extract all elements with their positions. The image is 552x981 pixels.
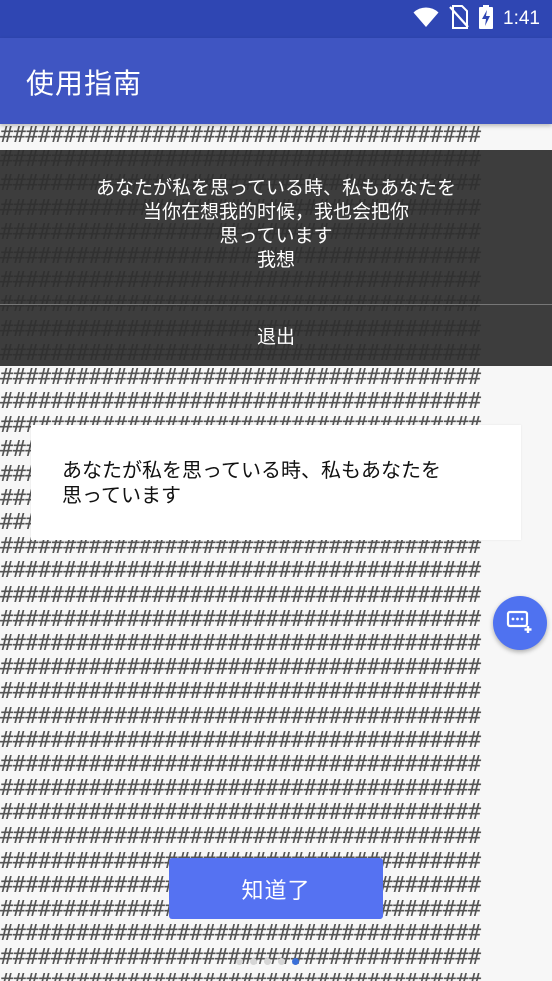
dialog-message-line: 当你在想我的时候，我也会把你 — [142, 201, 409, 223]
battery-charging-icon — [479, 5, 494, 33]
no-sim-icon — [449, 5, 469, 33]
hash-line: ###################################### — [0, 630, 481, 656]
hash-line: ###################################### — [0, 824, 481, 850]
page-dot — [278, 958, 285, 965]
dialog-message-line: あなたが私を思っている時、私もあなたを — [95, 177, 457, 199]
hash-line: ###################################### — [0, 124, 481, 148]
hash-line: ###################################### — [0, 679, 481, 705]
page-dot — [250, 958, 257, 965]
hash-line: ###################################### — [0, 389, 481, 415]
page-dot — [236, 958, 243, 965]
dialog-message: あなたが私を思っている時、私もあなたを 当你在想我的时候，我也会把你 思っていま… — [0, 176, 552, 272]
status-icons: 1:41 — [413, 5, 540, 33]
page-dot — [264, 958, 271, 965]
message-card: あなたが私を思っている時、私もあなたを 思っています — [31, 425, 521, 540]
card-text: あなたが私を思っている時、私もあなたを 思っています — [62, 458, 502, 508]
hash-line: ###################################### — [0, 776, 481, 802]
dialog-message-line: 我想 — [256, 249, 295, 271]
hash-line: ###################################### — [0, 751, 481, 777]
page-title: 使用指南 — [26, 67, 143, 100]
add-comment-icon — [506, 609, 534, 637]
page-dot-active — [292, 958, 299, 965]
exit-button[interactable]: 退出 — [0, 305, 552, 366]
hash-line: ###################################### — [0, 655, 481, 681]
status-bar: 1:41 — [0, 0, 552, 38]
add-comment-fab[interactable] — [493, 596, 547, 650]
status-time: 1:41 — [503, 8, 540, 29]
app-bar: 使用指南 — [0, 38, 552, 124]
guide-dialog: あなたが私を思っている時、私もあなたを 当你在想我的时候，我也会把你 思っていま… — [0, 150, 552, 366]
hash-line: ###################################### — [0, 703, 481, 729]
dialog-message-line: 思っています — [219, 225, 333, 247]
got-it-button[interactable]: 知道了 — [169, 858, 383, 919]
wifi-icon — [413, 6, 439, 32]
hash-line: ###################################### — [0, 558, 481, 584]
hash-line: ###################################### — [0, 606, 481, 632]
hash-line: ###################################### — [0, 364, 481, 390]
card-text-line: あなたが私を思っている時、私もあなたを — [62, 458, 441, 482]
hash-line: ###################################### — [0, 727, 481, 753]
hash-line: ###################################### — [0, 800, 481, 826]
hash-line: ###################################### — [0, 582, 481, 608]
hash-line: ###################################### — [0, 970, 552, 981]
page-indicator — [236, 958, 299, 965]
hash-line: ###################################### — [0, 921, 481, 947]
card-text-line: 思っています — [62, 483, 181, 507]
